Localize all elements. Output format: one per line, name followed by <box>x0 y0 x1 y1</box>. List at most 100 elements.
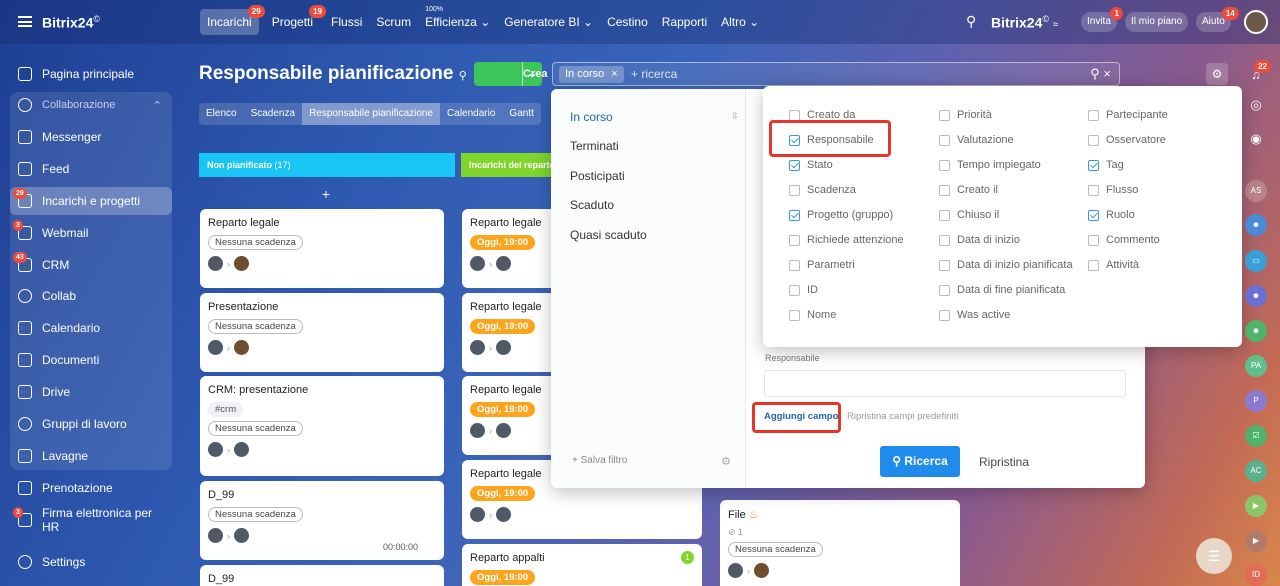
chevron-down-icon[interactable]: ⌄ <box>522 62 542 86</box>
field-creato-il[interactable]: Creato il <box>939 184 998 196</box>
checkbox[interactable] <box>789 284 800 296</box>
close-icon[interactable]: × <box>611 68 617 80</box>
field-osservatore[interactable]: Osservatore <box>1088 134 1166 146</box>
sidebar-item-incarichi[interactable]: 29 Incarichi e progetti <box>10 187 172 215</box>
sidebar-item-feed[interactable]: Feed <box>10 155 172 183</box>
field-data-fine-pianificata[interactable]: Data di fine pianificata <box>939 284 1065 296</box>
clear-icon[interactable]: × <box>1103 66 1111 81</box>
preset-terminati[interactable]: Terminati <box>570 139 619 153</box>
search-icon[interactable]: ⚲ <box>966 13 976 30</box>
pin-icon[interactable]: ⚲ <box>459 70 467 82</box>
ripristina-campi-link[interactable]: Ripristina campi predefiniti <box>847 411 958 422</box>
field-data-inizio[interactable]: Data di inizio <box>939 234 1020 246</box>
task-card[interactable]: Reparto legale Oggi, 19:00 › <box>462 209 552 288</box>
task-card[interactable]: Reparto legale Oggi, 19:00 › <box>462 293 552 372</box>
sidebar-item-crm[interactable]: 43 CRM <box>10 251 172 279</box>
sidebar-item-collaborazione[interactable]: Collaborazione ⌃ <box>10 91 172 119</box>
checkbox[interactable] <box>939 309 950 321</box>
tab-scadenza[interactable]: Scadenza <box>244 103 302 125</box>
sidebar-item-firma[interactable]: 3 Firma elettronica per HR <box>10 506 172 534</box>
field-flusso[interactable]: Flusso <box>1088 184 1138 196</box>
task-chat-icon[interactable]: ☑ <box>1245 425 1267 447</box>
checkbox[interactable] <box>1088 109 1099 121</box>
group-chat-icon[interactable]: ☻ <box>1245 285 1267 307</box>
field-tag[interactable]: Tag <box>1088 159 1124 171</box>
sidebar-item-pagina-principale[interactable]: Pagina principale <box>10 60 172 88</box>
avatar[interactable]: AS <box>1245 180 1267 202</box>
tab-progetti[interactable]: Progetti 19 <box>265 5 327 35</box>
checkbox[interactable] <box>789 234 800 246</box>
bell-icon[interactable]: ♫ 22 <box>1245 60 1271 86</box>
avatar[interactable]: AC <box>1245 460 1267 482</box>
task-card[interactable]: CRM: presentazione #crm Nessuna scadenza… <box>200 376 444 476</box>
tab-responsabile-pianificazione[interactable]: Responsabile pianificazione <box>302 103 441 125</box>
checkbox[interactable] <box>1088 134 1099 146</box>
sidebar-item-settings[interactable]: Settings <box>10 548 172 576</box>
settings-gear-icon[interactable]: ⚙ <box>1206 63 1228 85</box>
checkbox[interactable] <box>939 134 950 146</box>
task-card[interactable]: D_99 Nessuna scadenza › 00:00:00 <box>200 481 444 560</box>
checkbox[interactable] <box>789 209 800 221</box>
field-progetto[interactable]: Progetto (gruppo) <box>789 209 893 221</box>
crea-button[interactable]: Crea ⌄ <box>474 62 547 86</box>
checkbox[interactable] <box>939 159 950 171</box>
field-parametri[interactable]: Parametri <box>789 259 855 271</box>
task-card[interactable]: Reparto legale Nessuna scadenza › <box>200 209 444 288</box>
checkbox[interactable] <box>939 234 950 246</box>
preset-quasi-scaduto[interactable]: Quasi scaduto <box>570 228 647 242</box>
mio-piano-button[interactable]: Il mio piano <box>1125 12 1189 32</box>
aiuto-button[interactable]: Aiuto 14 <box>1196 7 1239 32</box>
task-card[interactable]: Presentazione Nessuna scadenza › <box>200 293 444 372</box>
checkbox[interactable] <box>1088 159 1099 171</box>
avatar[interactable]: ID <box>1245 564 1267 586</box>
checkbox[interactable] <box>789 184 800 196</box>
sidebar-item-messenger[interactable]: Messenger <box>10 123 172 151</box>
field-tempo-impiegato[interactable]: Tempo impiegato <box>939 159 1041 171</box>
field-stato[interactable]: Stato <box>789 159 833 171</box>
tab-gantt[interactable]: Gantt <box>502 103 540 125</box>
preset-scaduto[interactable]: Scaduto <box>570 198 614 212</box>
menu-icon[interactable] <box>18 16 32 27</box>
sidebar-item-gruppi[interactable]: Gruppi di lavoro <box>10 410 172 438</box>
task-card[interactable]: Reparto legale Oggi, 19:00 › <box>462 376 552 455</box>
checkbox[interactable] <box>939 209 950 221</box>
sidebar-item-prenotazione[interactable]: Prenotazione <box>10 474 172 502</box>
checkbox[interactable] <box>939 259 950 271</box>
field-commento[interactable]: Commento <box>1088 234 1160 246</box>
tab-scrum[interactable]: Scrum <box>369 9 418 35</box>
sidebar-item-lavagne[interactable]: Lavagne <box>10 442 172 470</box>
avatar[interactable]: PA <box>1245 355 1267 377</box>
preset-in-corso[interactable]: In corso <box>570 110 613 124</box>
tab-rapporti[interactable]: Rapporti <box>655 9 714 35</box>
field-id[interactable]: ID <box>789 284 818 296</box>
field-attivita[interactable]: Attività <box>1088 259 1139 271</box>
invita-button[interactable]: Invita 1 <box>1081 7 1123 32</box>
field-data-inizio-pianificata[interactable]: Data di inizio pianificata <box>939 259 1073 271</box>
search-input[interactable]: + ricerca <box>631 67 677 81</box>
field-richiede-attenzione[interactable]: Richiede attenzione <box>789 234 904 246</box>
user-avatar[interactable] <box>1244 10 1268 34</box>
checkbox[interactable] <box>1088 259 1099 271</box>
tab-efficienza[interactable]: 100% Efficienza ⌄ <box>418 6 497 35</box>
field-partecipante[interactable]: Partecipante <box>1088 109 1168 121</box>
sidebar-item-documenti[interactable]: Documenti <box>10 346 172 374</box>
checkbox[interactable] <box>789 159 800 171</box>
column-header-non-pianificato[interactable]: Non pianificato (17) <box>199 153 455 177</box>
task-card[interactable]: File ♨ ⊘ 1 Nessuna scadenza › <box>720 500 960 586</box>
checkbox[interactable] <box>1088 209 1099 221</box>
salva-filtro-button[interactable]: + Salva filtro <box>572 455 627 466</box>
tab-calendario[interactable]: Calendario <box>440 103 502 125</box>
checkbox[interactable] <box>939 184 950 196</box>
sidebar-item-calendario[interactable]: Calendario <box>10 314 172 342</box>
copilot-icon[interactable]: ◎ <box>1245 94 1267 116</box>
field-scadenza[interactable]: Scadenza <box>789 184 856 196</box>
field-valutazione[interactable]: Valutazione <box>939 134 1014 146</box>
checkbox[interactable] <box>939 109 950 121</box>
task-card[interactable]: Reparto appalti Oggi, 19:00 1 <box>462 544 702 586</box>
tab-incarichi[interactable]: Incarichi 29 <box>200 5 265 35</box>
group-chat-icon[interactable]: ☻ <box>1245 214 1267 236</box>
sidebar-item-drive[interactable]: Drive <box>10 378 172 406</box>
ricerca-button[interactable]: ⚲ Ricerca <box>880 446 960 477</box>
sidebar-item-webmail[interactable]: 3 Webmail <box>10 219 172 247</box>
checkbox[interactable] <box>789 109 800 121</box>
